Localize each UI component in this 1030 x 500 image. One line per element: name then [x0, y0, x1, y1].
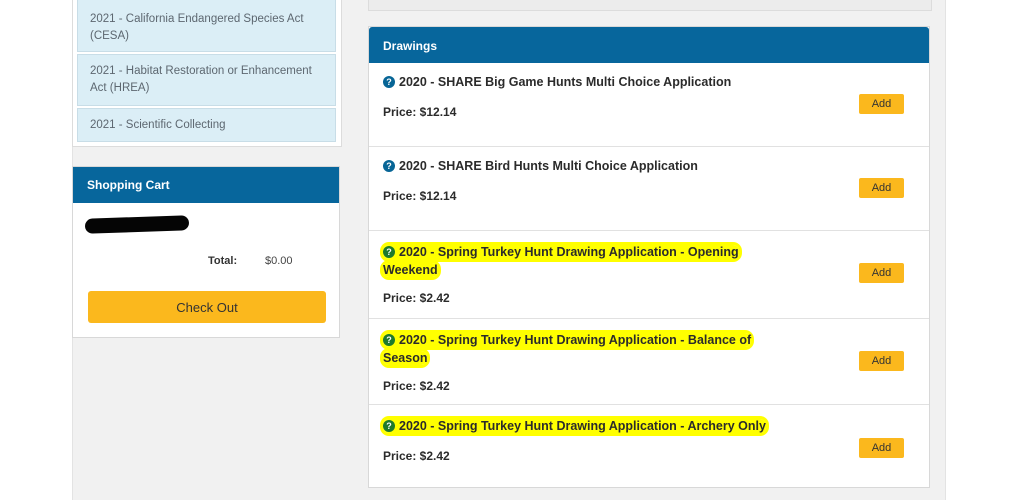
- shopping-cart-panel: Shopping Cart Total: $0.00 Check Out: [72, 166, 340, 338]
- question-circle-icon[interactable]: ?: [383, 420, 395, 432]
- drawing-item-title-text: 2020 - Spring Turkey Hunt Drawing Applic…: [383, 245, 739, 277]
- drawing-item-title-text: 2020 - Spring Turkey Hunt Drawing Applic…: [383, 333, 752, 365]
- highlighted-title: ? 2020 - Spring Turkey Hunt Drawing Appli…: [383, 333, 752, 365]
- drawing-item-title: ? 2020 - Spring Turkey Hunt Drawing Appli…: [383, 243, 783, 279]
- list-item-label: 2021 - Scientific Collecting: [90, 119, 226, 131]
- drawing-item: ? 2020 - SHARE Bird Hunts Multi Choice Ap…: [369, 147, 929, 231]
- drawing-item-price: Price: $2.42: [383, 379, 450, 393]
- list-item-label: 2021 - California Endangered Species Act…: [90, 13, 304, 42]
- question-circle-icon[interactable]: ?: [383, 76, 395, 88]
- list-item-cesa[interactable]: 2021 - California Endangered Species Act…: [77, 0, 336, 52]
- drawing-item-title-text: 2020 - SHARE Big Game Hunts Multi Choice…: [399, 75, 732, 89]
- check-out-button[interactable]: Check Out: [88, 291, 326, 323]
- question-circle-icon[interactable]: ?: [383, 160, 395, 172]
- drawing-item-price: Price: $2.42: [383, 291, 450, 305]
- drawing-item-title: ? 2020 - Spring Turkey Hunt Drawing Appli…: [383, 417, 813, 435]
- add-button[interactable]: Add: [859, 94, 904, 114]
- highlighted-title: ? 2020 - Spring Turkey Hunt Drawing Appli…: [383, 245, 739, 277]
- cart-total-label: Total:: [208, 255, 238, 267]
- cart-total-value: $0.00: [265, 255, 293, 267]
- drawing-item-price: Price: $12.14: [383, 105, 457, 119]
- drawing-item: ? 2020 - Spring Turkey Hunt Drawing Appli…: [369, 405, 929, 487]
- drawing-item-price: Price: $2.42: [383, 449, 450, 463]
- add-button[interactable]: Add: [859, 351, 904, 371]
- drawing-item-price: Price: $12.14: [383, 189, 457, 203]
- drawing-item-title-text: 2020 - SHARE Bird Hunts Multi Choice App…: [399, 159, 698, 173]
- list-item-scientific-collecting[interactable]: 2021 - Scientific Collecting: [77, 108, 336, 142]
- permit-list: 2021 - California Endangered Species Act…: [72, 0, 342, 147]
- question-circle-icon[interactable]: ?: [383, 246, 395, 258]
- list-item-label: 2021 - Habitat Restoration or Enhancemen…: [90, 65, 312, 94]
- drawing-item-title-text: 2020 - Spring Turkey Hunt Drawing Applic…: [399, 419, 766, 433]
- shopping-cart-header: Shopping Cart: [73, 167, 339, 203]
- add-button[interactable]: Add: [859, 438, 904, 458]
- drawing-item-title: ? 2020 - SHARE Bird Hunts Multi Choice Ap…: [383, 157, 783, 175]
- drawings-panel: Drawings ? 2020 - SHARE Big Game Hunts Mu…: [368, 26, 930, 488]
- top-panel-edge: [368, 0, 932, 11]
- redacted-cart-item: [84, 215, 190, 234]
- drawing-item-title: ? 2020 - Spring Turkey Hunt Drawing Appli…: [383, 331, 783, 367]
- list-item-hrea[interactable]: 2021 - Habitat Restoration or Enhancemen…: [77, 54, 336, 106]
- drawing-item-title: ? 2020 - SHARE Big Game Hunts Multi Choic…: [383, 73, 783, 91]
- highlighted-title: ? 2020 - Spring Turkey Hunt Drawing Appli…: [383, 419, 766, 433]
- add-button[interactable]: Add: [859, 178, 904, 198]
- drawings-header: Drawings: [369, 27, 929, 63]
- drawing-item: ? 2020 - SHARE Big Game Hunts Multi Choic…: [369, 63, 929, 147]
- drawing-item: ? 2020 - Spring Turkey Hunt Drawing Appli…: [369, 319, 929, 405]
- add-button[interactable]: Add: [859, 263, 904, 283]
- drawing-item: ? 2020 - Spring Turkey Hunt Drawing Appli…: [369, 231, 929, 319]
- question-circle-icon[interactable]: ?: [383, 334, 395, 346]
